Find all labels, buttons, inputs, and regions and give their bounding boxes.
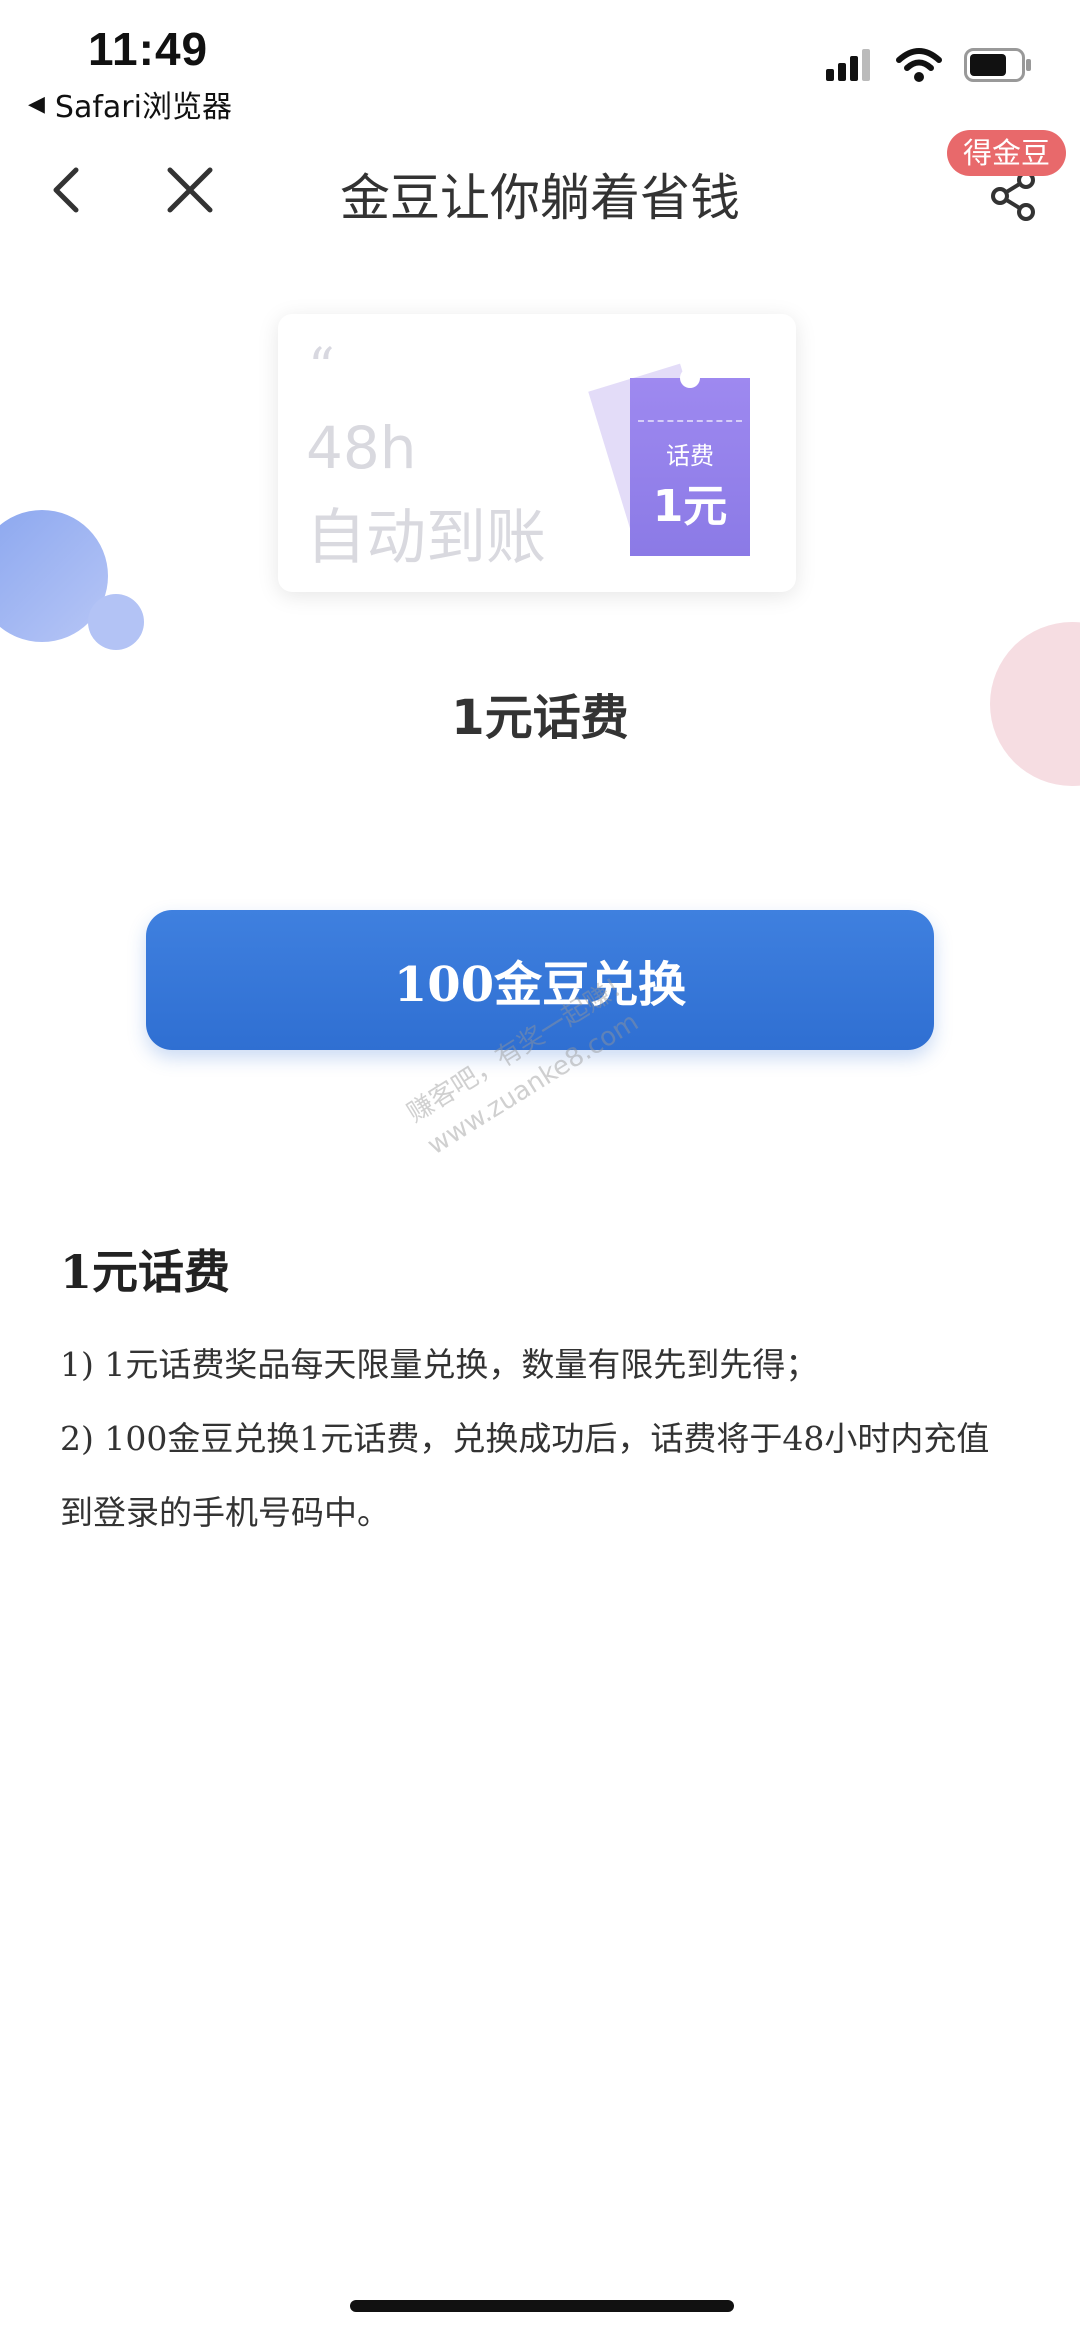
ticket-notch	[680, 368, 700, 388]
ticket: 话费 1元	[630, 368, 750, 556]
status-icons	[826, 48, 1032, 82]
cellular-signal-icon	[826, 49, 870, 81]
coupon-card: “ 48h 自动到账 话费 1元	[278, 314, 796, 592]
home-indicator[interactable]	[350, 2300, 734, 2312]
chevron-left-icon[interactable]	[38, 160, 98, 220]
quote-mark: “	[308, 338, 335, 398]
product-name: 1元话费	[451, 690, 629, 746]
wifi-icon	[896, 48, 942, 82]
coupon-delivery-time: 48h	[306, 414, 417, 482]
redeem-button[interactable]: 100金豆兑换	[146, 910, 934, 1050]
close-icon[interactable]	[160, 160, 220, 220]
ticket-label: 话费	[666, 442, 714, 470]
description-list: 1) 1元话费奖品每天限量兑换，数量有限先到先得； 2) 100金豆兑换1元话费…	[60, 1328, 1020, 1550]
status-time: 11:49	[88, 23, 209, 75]
battery-icon	[964, 48, 1031, 82]
back-to-safari-link[interactable]: ◀ Safari浏览器	[28, 82, 232, 126]
description-item: 2) 100金豆兑换1元话费，兑换成功后，话费将于48小时内充值到登录的手机号码…	[60, 1419, 990, 1532]
ticket-divider	[638, 420, 742, 422]
decorative-blob-left	[0, 510, 144, 650]
earn-beans-badge[interactable]: 得金豆	[946, 130, 1066, 176]
ticket-value: 1元	[652, 481, 728, 532]
back-triangle-icon: ◀	[28, 91, 45, 117]
description-item: 1) 1元话费奖品每天限量兑换，数量有限先到先得；	[60, 1345, 819, 1384]
back-to-safari-label: Safari浏览器	[54, 90, 232, 125]
coupon-auto-credit-text: 自动到账	[306, 503, 546, 573]
description-title: 1元话费	[60, 1245, 231, 1299]
share-icon[interactable]	[986, 168, 1042, 224]
